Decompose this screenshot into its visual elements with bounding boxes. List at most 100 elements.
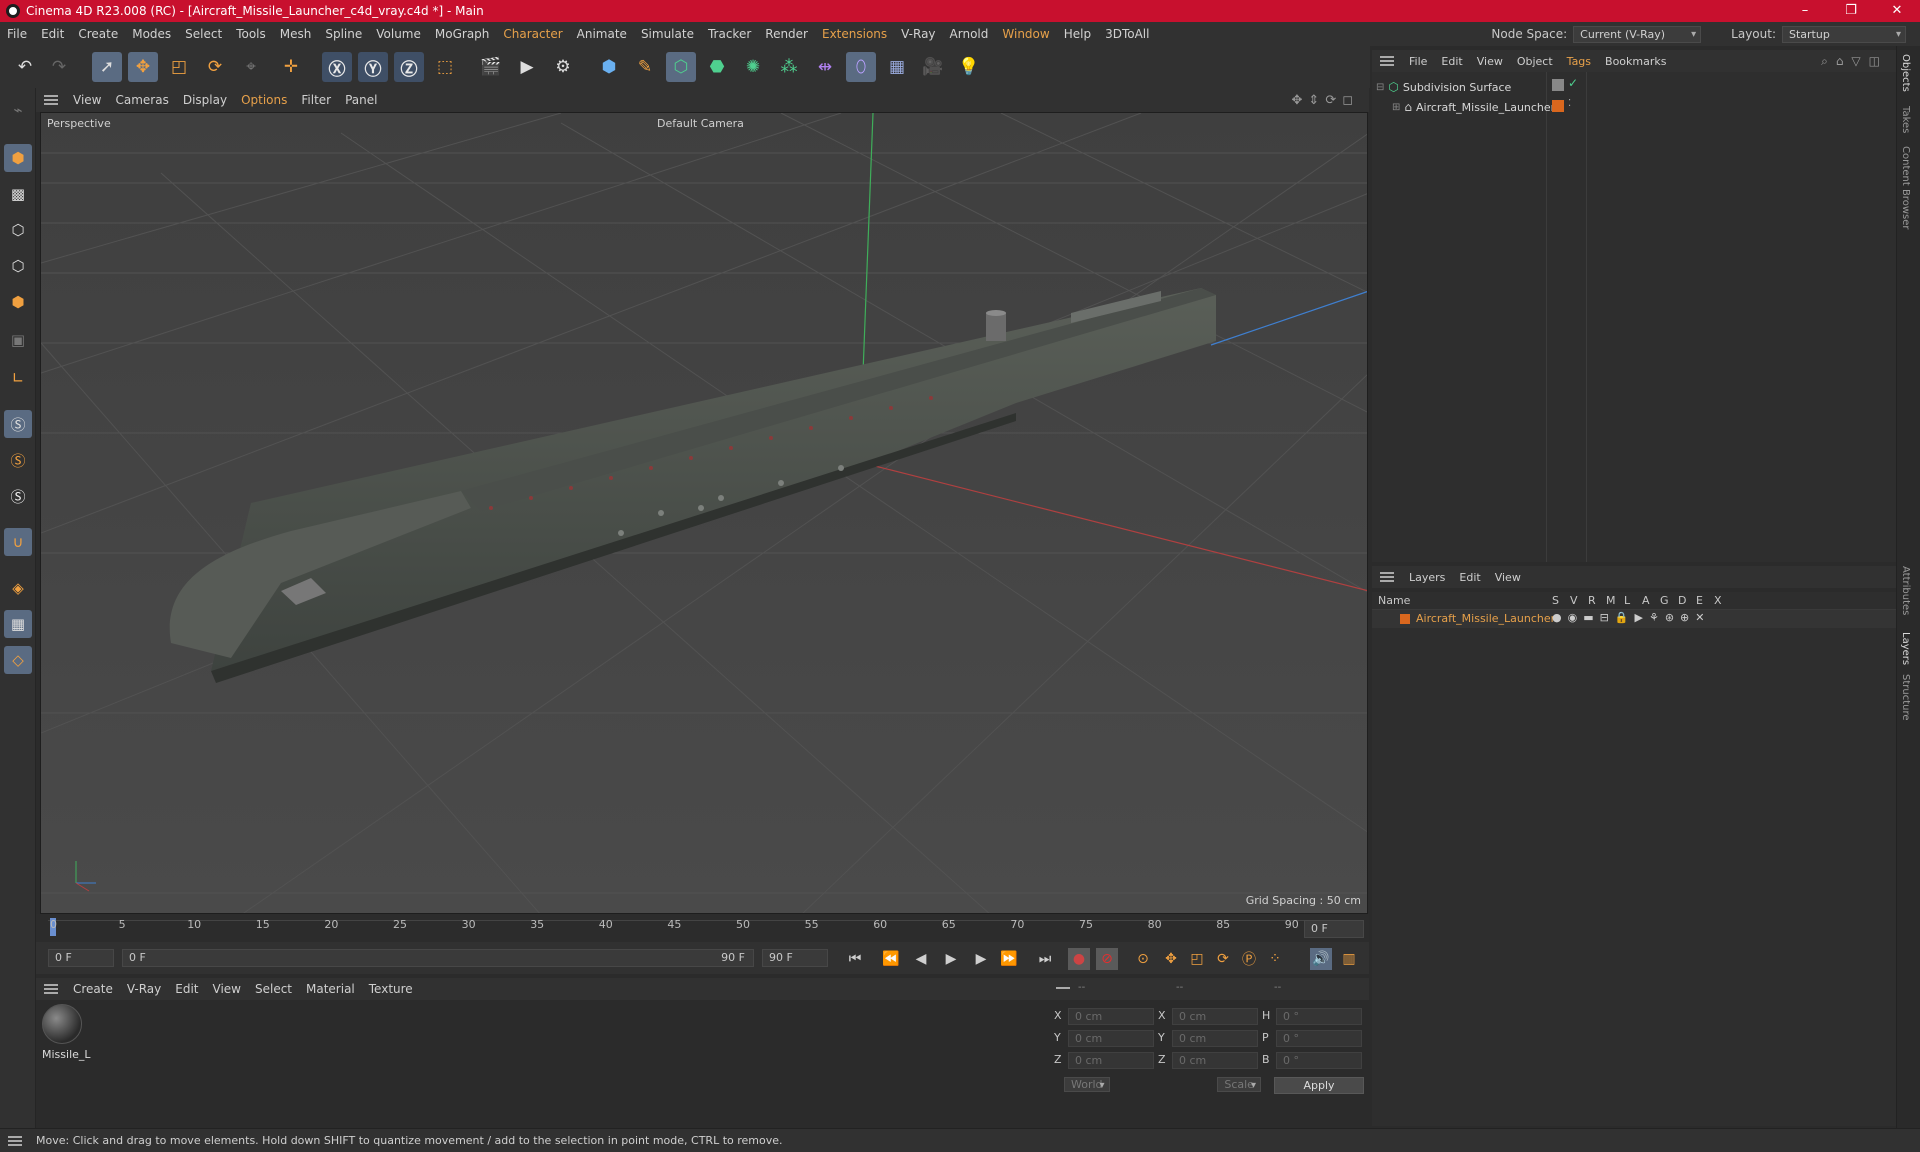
floor-icon[interactable]: ▦ xyxy=(882,52,912,82)
tree-item-label[interactable]: Subdivision Surface xyxy=(1403,81,1511,94)
menu-animate[interactable]: Animate xyxy=(570,22,634,46)
material-thumbnail[interactable] xyxy=(42,1004,82,1044)
make-editable-icon[interactable]: ⌁ xyxy=(4,96,32,124)
maximize-button[interactable]: ❐ xyxy=(1828,0,1874,22)
coord-system-dropdown[interactable]: World xyxy=(1064,1077,1110,1092)
size-y-field[interactable]: 0 cm xyxy=(1172,1030,1258,1047)
keyframe-selection-icon[interactable]: ⊙ xyxy=(1132,948,1154,970)
objects-menu-bookmarks[interactable]: Bookmarks xyxy=(1598,55,1673,68)
timeline-layout-icon[interactable]: ▥ xyxy=(1338,948,1360,970)
layer-color-swatch[interactable] xyxy=(1400,614,1410,624)
rot-p-field[interactable]: 0 ° xyxy=(1276,1030,1362,1047)
layers-menu-layers[interactable]: Layers xyxy=(1402,571,1452,584)
menu-vray[interactable]: V-Ray xyxy=(894,22,942,46)
viewport-camera-label[interactable]: Default Camera xyxy=(657,117,744,130)
material-menu-view[interactable]: View xyxy=(206,982,248,996)
recent-tool-icon[interactable]: ⌖ xyxy=(236,52,266,82)
expand-icon[interactable]: ⊟ xyxy=(1376,82,1384,93)
tab-attributes[interactable]: Attributes xyxy=(1900,566,1911,615)
field-icon[interactable]: ⬯ xyxy=(846,52,876,82)
cube-icon[interactable]: ⬢ xyxy=(594,52,624,82)
subdivision-surface-icon[interactable]: ⬡ xyxy=(666,52,696,82)
live-selection-icon[interactable]: ✛ xyxy=(276,52,306,82)
objects-menu-view[interactable]: View xyxy=(1470,55,1510,68)
material-menu-create[interactable]: Create xyxy=(66,982,120,996)
editor-visibility-icon[interactable] xyxy=(1552,79,1564,91)
tab-structure[interactable]: Structure xyxy=(1900,674,1911,721)
next-frame-icon[interactable]: ▶ xyxy=(970,948,992,970)
z-axis-lock-icon[interactable]: Ⓩ xyxy=(394,52,424,82)
tab-content-browser[interactable]: Content Browser xyxy=(1900,146,1911,229)
viewport-nav-icons[interactable]: ✥⇕⟳◻ xyxy=(1292,93,1359,108)
menu-modes[interactable]: Modes xyxy=(125,22,178,46)
go-to-start-icon[interactable]: ⏮ xyxy=(844,948,866,970)
size-x-field[interactable]: 0 cm xyxy=(1172,1008,1258,1025)
viewport-menu-view[interactable]: View xyxy=(66,93,108,107)
menu-create[interactable]: Create xyxy=(71,22,125,46)
key-position-icon[interactable]: ✥ xyxy=(1160,948,1182,970)
menu-volume[interactable]: Volume xyxy=(369,22,428,46)
viewport-menu-panel[interactable]: Panel xyxy=(338,93,384,107)
viewport-hamburger-icon[interactable] xyxy=(44,95,58,105)
light-icon[interactable]: 💡 xyxy=(954,52,984,82)
menu-mesh[interactable]: Mesh xyxy=(273,22,319,46)
layer-row[interactable]: Aircraft_Missile_Launcher ●◉▬⊟🔒▶⚘⊛⊕✕ xyxy=(1372,610,1896,628)
viewport-menu-options[interactable]: Options xyxy=(234,93,294,107)
tree-item-label[interactable]: Aircraft_Missile_Launcher xyxy=(1416,101,1555,114)
viewport-menu-filter[interactable]: Filter xyxy=(294,93,338,107)
menu-select[interactable]: Select xyxy=(178,22,229,46)
edges-mode-icon[interactable]: ⬡ xyxy=(4,252,32,280)
objects-menu-tags[interactable]: Tags xyxy=(1560,55,1598,68)
menu-render[interactable]: Render xyxy=(758,22,815,46)
array-icon[interactable]: ⁂ xyxy=(774,52,804,82)
go-to-end-icon[interactable]: ⏭ xyxy=(1034,948,1056,970)
menu-help[interactable]: Help xyxy=(1057,22,1098,46)
layers-hamburger-icon[interactable] xyxy=(1380,572,1394,582)
cloner-icon[interactable]: ✺ xyxy=(738,52,768,82)
enabled-check-icon[interactable]: ✓ xyxy=(1568,76,1578,90)
camera-icon[interactable]: 🎥 xyxy=(918,52,948,82)
material-menu-texture[interactable]: Texture xyxy=(362,982,420,996)
coordinate-system-icon[interactable]: ⬚ xyxy=(430,52,460,82)
polygons-mode-icon[interactable]: ⬢ xyxy=(4,288,32,316)
apply-button[interactable]: Apply xyxy=(1274,1077,1364,1094)
layer-color-tag[interactable] xyxy=(1552,100,1564,112)
texture-mode-icon[interactable]: ▩ xyxy=(4,180,32,208)
timeline-sound-icon[interactable]: 🔊 xyxy=(1310,948,1332,970)
render-picture-viewer-icon[interactable]: ▶ xyxy=(512,52,542,82)
objects-toolbar-icons[interactable]: ⌕⌂▽◫ xyxy=(1821,54,1888,69)
size-z-field[interactable]: 0 cm xyxy=(1172,1052,1258,1069)
render-view-icon[interactable]: 🎬 xyxy=(476,52,506,82)
axis-mode-icon[interactable]: ∟ xyxy=(4,364,32,392)
expand-icon[interactable]: ⊞ xyxy=(1392,102,1400,113)
material-menu-edit[interactable]: Edit xyxy=(168,982,205,996)
menu-simulate[interactable]: Simulate xyxy=(634,22,701,46)
tree-item-subdivision[interactable]: ⊟ ⬡ Subdivision Surface xyxy=(1376,78,1511,96)
layout-dropdown[interactable]: Startup xyxy=(1782,25,1906,43)
node-space-dropdown[interactable]: Current (V-Ray) xyxy=(1573,25,1702,43)
menu-character[interactable]: Character xyxy=(496,22,569,46)
layer-name[interactable]: Aircraft_Missile_Launcher xyxy=(1416,612,1555,625)
pos-x-field[interactable]: 0 cm xyxy=(1068,1008,1154,1025)
menu-file[interactable]: File xyxy=(0,22,34,46)
material-hamburger-icon[interactable] xyxy=(44,984,58,994)
record-icon[interactable]: ● xyxy=(1068,948,1090,970)
pen-spline-icon[interactable]: ✎ xyxy=(630,52,660,82)
snap-white-icon[interactable]: Ⓢ xyxy=(4,482,32,510)
key-scale-icon[interactable]: ◰ xyxy=(1186,948,1208,970)
key-param-icon[interactable]: Ⓟ xyxy=(1238,948,1260,970)
timeline-ruler[interactable]: 0 5 10 15 20 25 30 35 40 45 50 55 60 65 70 75 80 85 90 0 F xyxy=(36,914,1369,942)
menu-3dtoall[interactable]: 3DToAll xyxy=(1098,22,1156,46)
scale-tool-icon[interactable]: ◰ xyxy=(164,52,194,82)
locked-workplane-icon[interactable]: ◇ xyxy=(4,646,32,674)
objects-menu-file[interactable]: File xyxy=(1402,55,1434,68)
viewport-menu-cameras[interactable]: Cameras xyxy=(108,93,175,107)
objects-menu-object[interactable]: Object xyxy=(1510,55,1560,68)
uv-mode-icon[interactable]: ▣ xyxy=(4,326,32,354)
menu-spline[interactable]: Spline xyxy=(318,22,369,46)
material-name[interactable]: Missile_L xyxy=(42,1048,91,1061)
frame-range-slider[interactable]: 0 F 90 F xyxy=(122,949,754,967)
layers-menu-view[interactable]: View xyxy=(1488,571,1528,584)
snap-orange-icon[interactable]: Ⓢ xyxy=(4,446,32,474)
prev-key-icon[interactable]: ⏪ xyxy=(880,948,902,970)
